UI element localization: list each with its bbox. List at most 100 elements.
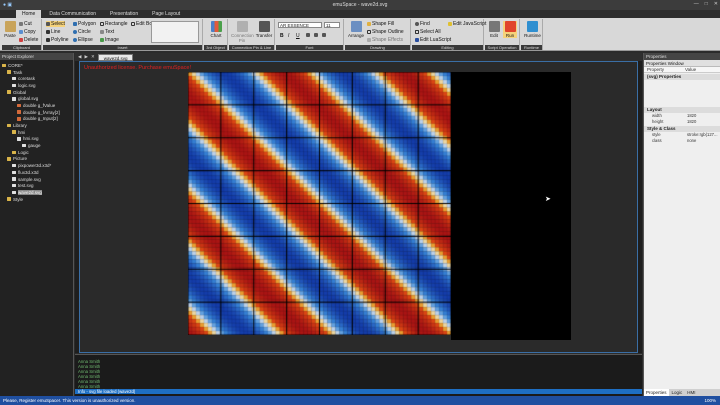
run-button[interactable]: Run — [503, 21, 517, 38]
tree-item-label: Style — [13, 196, 24, 202]
shape-fill-button[interactable]: Shape Fill — [367, 21, 394, 27]
font-family-select[interactable]: AR ESSENCE — [278, 22, 322, 28]
tree-item[interactable]: Library — [2, 122, 71, 129]
tree-item[interactable]: flux3d.x3d — [2, 169, 71, 176]
line-button[interactable]: Line — [46, 29, 60, 35]
tree-item[interactable]: hmi.svg — [2, 136, 71, 143]
italic-button[interactable]: I — [288, 33, 289, 39]
tree-item[interactable]: CORE* — [2, 62, 71, 69]
tree-item-label: Task — [13, 69, 23, 75]
edit-luascript-button[interactable]: Edit LuaScript — [415, 37, 451, 43]
tab-presentation[interactable]: Presentation — [104, 10, 144, 18]
tree-item[interactable]: global.svg — [2, 95, 71, 102]
font-group-label: Font — [276, 45, 343, 50]
cut-button[interactable]: Cut — [19, 21, 32, 27]
rectangle-icon — [100, 22, 104, 26]
select-button[interactable]: Select — [46, 21, 65, 27]
delete-icon — [19, 38, 23, 42]
shape-gallery[interactable] — [151, 21, 199, 43]
copy-button[interactable]: Copy — [19, 29, 36, 35]
luascript-icon — [415, 38, 419, 42]
outline-icon — [367, 30, 371, 34]
minimize-icon[interactable]: — — [694, 1, 699, 7]
tree-item[interactable]: Global — [2, 89, 71, 96]
tree-node-icon — [12, 163, 16, 168]
tree-item[interactable]: sample.svg — [2, 176, 71, 183]
shape-outline-button[interactable]: Shape Outline — [367, 29, 404, 35]
text-button[interactable]: Text — [100, 29, 114, 35]
tree-item[interactable]: Picture — [2, 156, 71, 163]
document-tab[interactable]: wave2d.svg — [97, 53, 134, 61]
tree-item[interactable]: Task — [2, 69, 71, 76]
tab-logic[interactable]: Logic — [670, 389, 685, 396]
tree-item[interactable]: hmi — [2, 129, 71, 136]
align-left-button[interactable] — [306, 33, 310, 37]
tab-page-layout[interactable]: Page Layout — [146, 10, 186, 18]
rectangle-button[interactable]: Rectangle — [100, 21, 128, 27]
nav-right-icon[interactable]: ▶ — [84, 54, 87, 60]
delete-button[interactable]: Delete — [19, 37, 38, 43]
edit-button[interactable]: Edit — [487, 21, 501, 38]
text-label: Text — [105, 29, 115, 35]
shape-effects-button[interactable]: Shape Effects — [367, 37, 403, 43]
align-right-button[interactable] — [322, 33, 326, 37]
tree-item[interactable]: pixpower3d.x3d* — [2, 162, 71, 169]
arrange-button[interactable]: Arrange — [347, 21, 365, 38]
svg-canvas[interactable]: Unauthorized license. Purchase emuSpace!… — [79, 61, 638, 353]
runtime-button[interactable]: Runtime — [524, 21, 541, 38]
document-area: ◀ ▶ ✕ wave2d.svg Unauthorized license. P… — [75, 53, 642, 353]
tree-item[interactable]: wave2d.svg — [2, 189, 71, 196]
connection-group-label: Connection Pin & Line — [229, 45, 274, 50]
polygon-button[interactable]: Polygon — [73, 21, 96, 27]
tab-properties[interactable]: Properties — [644, 389, 669, 396]
transfer-label: Transfer — [255, 33, 273, 38]
edit-javascript-button[interactable]: Edit JavaScript — [448, 21, 486, 27]
tree-item[interactable]: logic.svg — [2, 82, 71, 89]
tab-hmi[interactable]: HMI — [685, 389, 697, 396]
tree-item[interactable]: gauge — [2, 142, 71, 149]
circle-button[interactable]: Circle — [73, 29, 91, 35]
tree-item[interactable]: coretask — [2, 75, 71, 82]
cursor-icon — [46, 22, 50, 26]
tree-item[interactable]: Logic — [2, 149, 71, 156]
underline-button[interactable]: U — [296, 33, 300, 39]
doc-close-icon[interactable]: ✕ — [91, 54, 95, 60]
class-row[interactable]: class none — [644, 138, 720, 144]
output-panel: Anna Smith Anna Smith Anna Smith Anna Sm… — [75, 354, 642, 396]
transfer-button[interactable]: Transfer — [255, 21, 273, 38]
tree-item[interactable]: Style — [2, 196, 71, 203]
find-button[interactable]: Find — [415, 21, 430, 27]
editing-group-label: Editing — [412, 45, 483, 50]
paste-button[interactable]: Paste — [3, 21, 17, 38]
font-size-select[interactable]: 11 — [324, 22, 340, 28]
tree-item[interactable]: double g_fArray[2] — [2, 109, 71, 116]
tab-home[interactable]: Home — [16, 10, 42, 18]
maximize-icon[interactable]: □ — [705, 1, 708, 7]
class-value[interactable]: none — [685, 138, 720, 144]
polyline-button[interactable]: Polyline — [46, 37, 69, 43]
nav-left-icon[interactable]: ◀ — [78, 54, 81, 60]
zoom-level[interactable]: 100% — [704, 398, 716, 403]
close-icon[interactable]: ✕ — [714, 1, 718, 7]
font-group: AR ESSENCE 11 B I U Font — [276, 19, 344, 50]
tree-node-icon — [17, 117, 21, 121]
shape-effects-label: Shape Effects — [372, 37, 404, 43]
project-explorer: Project Explorer CORE* Task coretask logic.… — [0, 53, 74, 396]
ellipse-button[interactable]: Ellipse — [73, 37, 93, 43]
output-line-highlighted[interactable]: Info - svg file loaded (wave2d) — [75, 389, 642, 394]
circle-icon — [73, 30, 77, 34]
tree-item[interactable]: double g_fValue — [2, 102, 71, 109]
height-value[interactable]: 1820 — [685, 119, 720, 125]
tree-item-label: sample.svg — [18, 176, 41, 182]
tree-item-label: CORE* — [8, 62, 23, 68]
chart-button[interactable]: Chart — [209, 21, 223, 38]
height-row[interactable]: height 1820 — [644, 119, 720, 125]
tab-data-communication[interactable]: Data Communication — [43, 10, 102, 18]
image-button[interactable]: Image — [100, 37, 119, 43]
tree-item[interactable]: test.svg — [2, 182, 71, 189]
align-center-button[interactable] — [314, 33, 318, 37]
select-all-button[interactable]: Select All — [415, 29, 441, 35]
tree-item[interactable]: double g_Input[2] — [2, 116, 71, 123]
bold-button[interactable]: B — [280, 33, 284, 39]
connection-pin-button[interactable]: Connection Pin — [231, 21, 254, 43]
